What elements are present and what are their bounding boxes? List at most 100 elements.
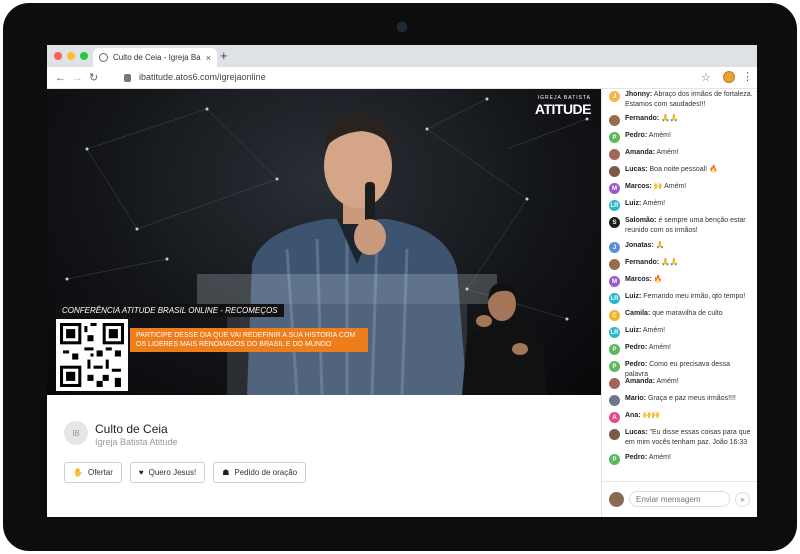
praying-hands-icon: ☗ bbox=[222, 468, 230, 477]
chat-body: 🙌 Amém! bbox=[653, 183, 687, 190]
chat-message-text: Ana: 🙌🙌 bbox=[625, 411, 660, 421]
brand-logo: IGREJA BATISTA ATITUDE bbox=[534, 95, 592, 117]
chat-author: Jhonny: bbox=[625, 91, 653, 98]
chat-avatar bbox=[609, 378, 620, 389]
chat-author: Luiz: bbox=[625, 327, 642, 334]
new-tab-button[interactable]: + bbox=[220, 48, 228, 64]
chat-author: Mario: bbox=[625, 395, 646, 402]
pedido-oracao-button[interactable]: ☗ Pedido de oração bbox=[213, 462, 307, 483]
chat-message-input[interactable] bbox=[629, 491, 730, 507]
stream-title: Culto de Ceia bbox=[95, 422, 168, 436]
chat-body: 🔥 bbox=[653, 276, 663, 283]
chat-body: 🙏🙏 bbox=[661, 115, 679, 122]
browser-tabbar: Culto de Ceia - Igreja Batista A... × + bbox=[47, 45, 757, 67]
channel-avatar[interactable]: IB bbox=[64, 421, 88, 445]
chat-avatar: C bbox=[609, 310, 620, 321]
chat-author: Lucas: bbox=[625, 166, 648, 173]
chat-message-text: Mario: Graça e paz meus irmãos!!!! bbox=[625, 394, 736, 404]
window-controls bbox=[54, 52, 88, 60]
chat-author: Salomão: bbox=[625, 217, 657, 224]
profile-avatar[interactable] bbox=[723, 71, 735, 83]
chat-message: S Salomão: é sempre uma benção estar reun… bbox=[602, 216, 757, 241]
ofertar-button[interactable]: ✋ Ofertar bbox=[64, 462, 122, 483]
chat-message-text: Jhonny: Abraço dos irmãos de fortaleza. … bbox=[625, 90, 754, 110]
browser-tab[interactable]: Culto de Ceia - Igreja Batista A... × bbox=[93, 48, 217, 67]
chat-message: Lucas: "Eu disse essas coisas para que e… bbox=[602, 428, 757, 453]
send-icon[interactable]: ➤ bbox=[735, 492, 750, 507]
chat-message-text: Lucas: "Eu disse essas coisas para que e… bbox=[625, 428, 754, 448]
chat-body: Graça e paz meus irmãos!!!! bbox=[647, 395, 736, 402]
hand-money-icon: ✋ bbox=[73, 468, 83, 477]
chat-message-text: Fernando: 🙏🙏 bbox=[625, 114, 679, 124]
chat-message-text: Marcos: 🙌 Amém! bbox=[625, 182, 686, 192]
lower-third-banner: PARTICIPE DESSE DIA QUE VAI REDEFINIR A … bbox=[130, 328, 368, 352]
url-field[interactable]: ibatitude.atos6.com/igrejaonline bbox=[139, 72, 266, 82]
chat-author: Jonatas: bbox=[625, 242, 654, 249]
tablet-frame: Culto de Ceia - Igreja Batista A... × + … bbox=[3, 3, 797, 551]
chat-author: Pedro: bbox=[625, 454, 648, 461]
address-bar: ← → ↻ ibatitude.atos6.com/igrejaonline ☆… bbox=[47, 67, 757, 89]
chat-message-text: Amanda: Amém! bbox=[625, 377, 679, 387]
chat-message-text: Fernando: 🙏🙏 bbox=[625, 258, 679, 268]
chat-message: LR Luiz: Amém! bbox=[602, 326, 757, 343]
chat-message: Lucas: Boa noite pessoal! 🔥 bbox=[602, 165, 757, 182]
chat-input-bar: ➤ bbox=[602, 481, 757, 517]
action-buttons: ✋ Ofertar ♥ Quero Jesus! ☗ Pedido de ora… bbox=[64, 462, 307, 483]
chat-avatar: P bbox=[609, 361, 620, 372]
reload-button[interactable]: ↻ bbox=[89, 71, 98, 85]
chat-message: M Marcos: 🙌 Amém! bbox=[602, 182, 757, 199]
chat-avatar: S bbox=[609, 217, 620, 228]
bookmark-star-icon[interactable]: ☆ bbox=[701, 71, 711, 84]
screen: Culto de Ceia - Igreja Batista A... × + … bbox=[47, 45, 757, 517]
chat-message: A Ana: 🙌🙌 bbox=[602, 411, 757, 428]
chat-message: P Pedro: Amém! bbox=[602, 453, 757, 470]
chat-avatar: M bbox=[609, 183, 620, 194]
chat-body: Amém! bbox=[648, 454, 671, 461]
chat-avatar bbox=[609, 166, 620, 177]
video-player[interactable]: IGREJA BATISTA ATITUDE CONFERÊNCIA ATITU… bbox=[47, 89, 601, 395]
chat-body: que maravilha de culto bbox=[652, 310, 723, 317]
chat-avatar: P bbox=[609, 132, 620, 143]
back-button[interactable]: ← bbox=[55, 71, 66, 85]
minimize-window-button[interactable] bbox=[67, 52, 75, 60]
chat-avatar bbox=[609, 259, 620, 270]
chat-message: LR Luiz: Fernando meu irmão, qto tempo! bbox=[602, 292, 757, 309]
chat-avatar: P bbox=[609, 344, 620, 355]
forward-button[interactable]: → bbox=[72, 71, 83, 85]
tab-title: Culto de Ceia - Igreja Batista A... bbox=[113, 53, 201, 62]
chat-avatar: J bbox=[609, 91, 620, 102]
chat-message-text: Pedro: Amém! bbox=[625, 453, 671, 463]
chat-message: Fernando: 🙏🙏 bbox=[602, 258, 757, 275]
channel-name: Igreja Batista Atitude bbox=[95, 437, 178, 447]
maximize-window-button[interactable] bbox=[80, 52, 88, 60]
chat-avatar bbox=[609, 395, 620, 406]
chat-message: P Pedro: Amém! bbox=[602, 131, 757, 148]
chat-avatar bbox=[609, 149, 620, 160]
chat-message: Mario: Graça e paz meus irmãos!!!! bbox=[602, 394, 757, 411]
chat-message: M Marcos: 🔥 bbox=[602, 275, 757, 292]
chat-body: 🙏 bbox=[655, 242, 665, 249]
chat-message: J Jonatas: 🙏 bbox=[602, 241, 757, 258]
close-window-button[interactable] bbox=[54, 52, 62, 60]
chat-body: 🙌🙌 bbox=[642, 412, 660, 419]
chat-avatar bbox=[609, 115, 620, 126]
stream-info: IB Culto de Ceia Igreja Batista Atitude … bbox=[47, 395, 601, 517]
chat-body: Amém! bbox=[642, 327, 666, 334]
chat-message-text: Amanda: Amém! bbox=[625, 148, 679, 158]
chat-avatar: LR bbox=[609, 293, 620, 304]
chat-messages[interactable]: J Jhonny: Abraço dos irmãos de fortaleza.… bbox=[602, 89, 757, 481]
browser-menu-button[interactable]: ⋮ bbox=[742, 70, 753, 83]
quero-jesus-button[interactable]: ♥ Quero Jesus! bbox=[129, 462, 206, 483]
chat-author: Luiz: bbox=[625, 293, 642, 300]
chat-message-text: Camila: que maravilha de culto bbox=[625, 309, 723, 319]
chat-message: Amanda: Amém! bbox=[602, 148, 757, 165]
chat-author: Pedro: bbox=[625, 132, 648, 139]
chat-avatar: A bbox=[609, 412, 620, 423]
chat-message-text: Jonatas: 🙏 bbox=[625, 241, 664, 251]
close-tab-icon[interactable]: × bbox=[206, 53, 211, 63]
chat-author: Lucas: bbox=[625, 429, 648, 436]
chat-message-text: Salomão: é sempre uma benção estar reuni… bbox=[625, 216, 754, 236]
chat-message: J Jhonny: Abraço dos irmãos de fortaleza.… bbox=[602, 89, 757, 114]
chat-author: Pedro: bbox=[625, 344, 648, 351]
chat-author: Amanda: bbox=[625, 378, 655, 385]
